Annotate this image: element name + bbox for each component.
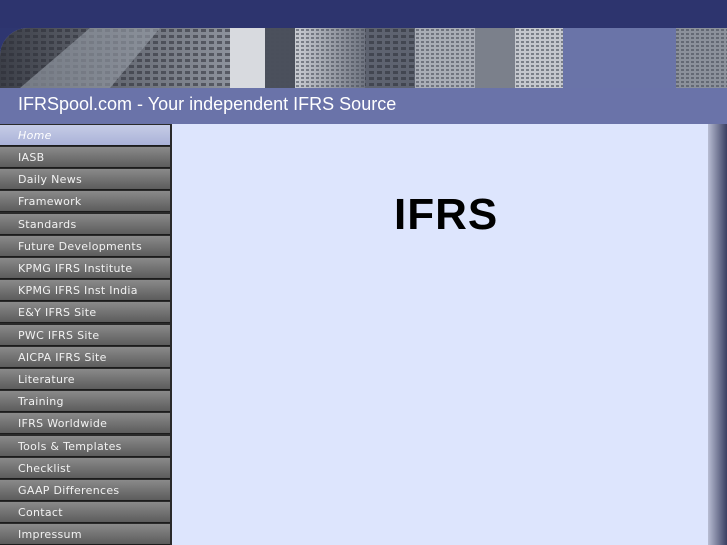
nav-item-label: IFRS Worldwide: [18, 417, 108, 430]
nav-item-label: Impressum: [18, 528, 82, 541]
nav-item-label: Home: [18, 129, 52, 142]
nav-item-label: Training: [18, 395, 64, 408]
nav-item-label: PWC IFRS Site: [18, 329, 100, 342]
nav-item-label: KPMG IFRS Inst India: [18, 284, 138, 297]
nav-item-literature[interactable]: Literature: [0, 369, 170, 390]
nav-item-label: KPMG IFRS Institute: [18, 262, 133, 275]
nav-item-impressum[interactable]: Impressum: [0, 524, 170, 545]
nav-item-label: Daily News: [18, 173, 83, 186]
nav-item-kpmg-ifrs-inst-india[interactable]: KPMG IFRS Inst India: [0, 280, 170, 301]
nav-item-label: Future Developments: [18, 240, 143, 253]
nav-item-gaap-differences[interactable]: GAAP Differences: [0, 480, 170, 501]
nav-item-label: Tools & Templates: [18, 440, 122, 453]
nav-item-framework[interactable]: Framework: [0, 191, 170, 212]
nav-item-ey-ifrs-site[interactable]: E&Y IFRS Site: [0, 302, 170, 323]
sidebar-nav: Home IASB Daily News Framework Standards…: [0, 124, 172, 545]
site-title: IFRSpool.com - Your independent IFRS Sou…: [18, 94, 397, 114]
nav-item-label: Literature: [18, 373, 75, 386]
header-banner-image: [0, 28, 727, 88]
page-heading: IFRS: [394, 190, 499, 239]
nav-item-aicpa-ifrs-site[interactable]: AICPA IFRS Site: [0, 347, 170, 368]
nav-item-contact[interactable]: Contact: [0, 502, 170, 523]
nav-item-label: GAAP Differences: [18, 484, 120, 497]
nav-item-label: Standards: [18, 218, 77, 231]
top-band: [0, 0, 727, 28]
nav-item-label: E&Y IFRS Site: [18, 306, 97, 319]
nav-item-label: Framework: [18, 195, 82, 208]
nav-item-ifrs-worldwide[interactable]: IFRS Worldwide: [0, 413, 170, 434]
nav-item-kpmg-ifrs-institute[interactable]: KPMG IFRS Institute: [0, 258, 170, 279]
nav-item-tools-templates[interactable]: Tools & Templates: [0, 436, 170, 457]
nav-item-label: IASB: [18, 151, 45, 164]
nav-item-iasb[interactable]: IASB: [0, 147, 170, 168]
nav-item-label: Contact: [18, 506, 63, 519]
nav-item-pwc-ifrs-site[interactable]: PWC IFRS Site: [0, 325, 170, 346]
city-buildings-image: [0, 28, 727, 88]
nav-item-future-developments[interactable]: Future Developments: [0, 236, 170, 257]
right-edge-shadow: [708, 124, 727, 545]
main-content: IFRS: [172, 124, 708, 545]
title-bar: IFRSpool.com - Your independent IFRS Sou…: [0, 88, 727, 124]
nav-item-daily-news[interactable]: Daily News: [0, 169, 170, 190]
nav-item-home[interactable]: Home: [0, 125, 170, 146]
nav-item-label: AICPA IFRS Site: [18, 351, 107, 364]
nav-item-standards[interactable]: Standards: [0, 214, 170, 235]
nav-item-checklist[interactable]: Checklist: [0, 458, 170, 479]
nav-item-training[interactable]: Training: [0, 391, 170, 412]
nav-item-label: Checklist: [18, 462, 71, 475]
